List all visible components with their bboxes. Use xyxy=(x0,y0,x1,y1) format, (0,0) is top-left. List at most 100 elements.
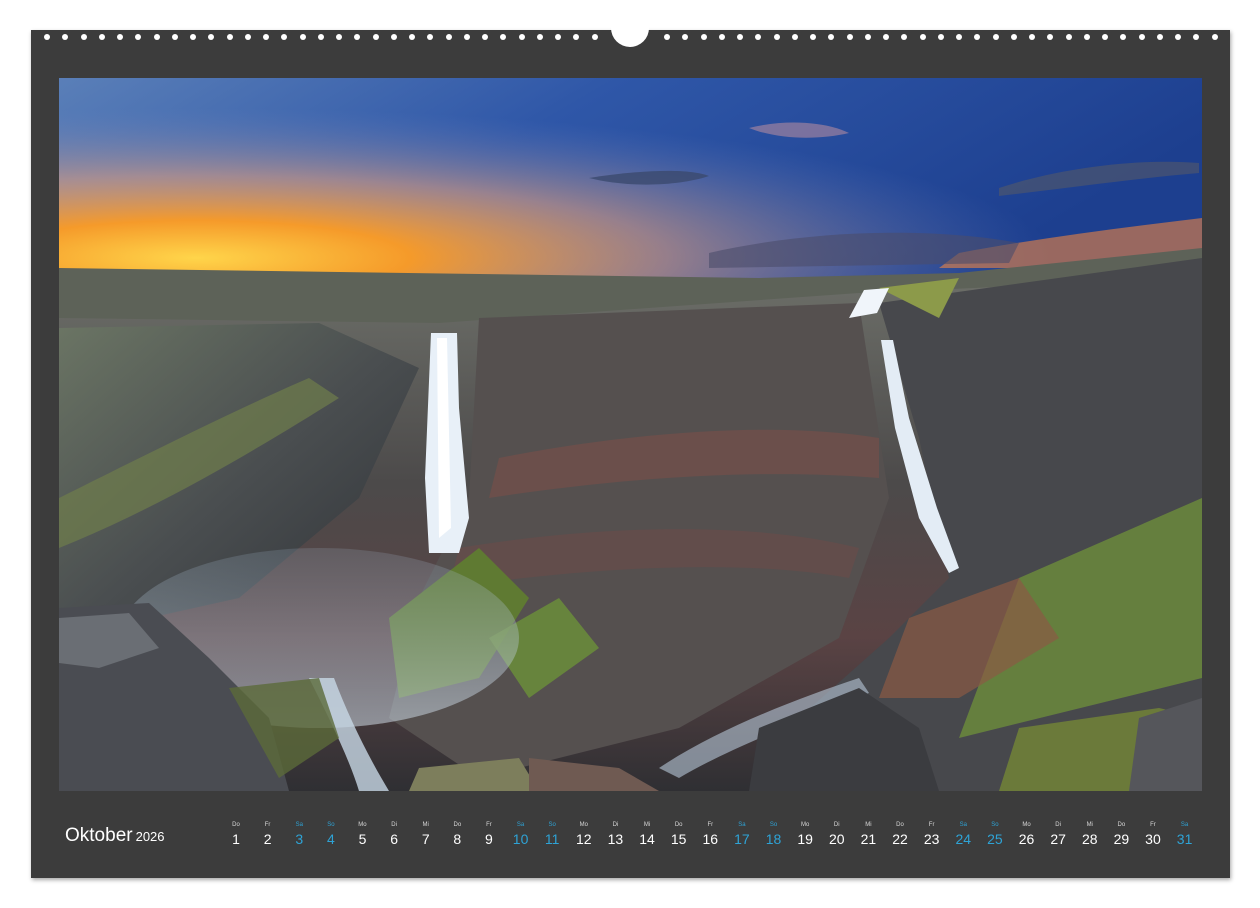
day-cell: Fr 16 xyxy=(698,822,722,847)
binding-hole xyxy=(718,34,725,40)
weekday-abbr: Mo xyxy=(358,822,367,828)
binding-hole xyxy=(226,34,233,40)
binding-hole xyxy=(171,34,178,40)
binding-hole xyxy=(153,34,160,40)
day-cell: Do 1 xyxy=(224,822,248,847)
day-number: 2 xyxy=(263,831,272,847)
binding-hole xyxy=(1102,34,1108,40)
weekday-abbr: Mi xyxy=(1086,822,1093,828)
binding-hole xyxy=(1010,34,1017,40)
binding-hole xyxy=(956,34,962,40)
day-cell: Fr 2 xyxy=(256,822,280,847)
day-cell: Mi 7 xyxy=(414,822,438,847)
day-cell: Fr 9 xyxy=(477,822,501,847)
binding-hole xyxy=(1083,34,1090,40)
day-number: 22 xyxy=(892,831,908,847)
day-number: 1 xyxy=(232,831,240,847)
day-number: 3 xyxy=(295,831,304,847)
hanger-notch xyxy=(611,25,649,47)
day-cell: Sa 31 xyxy=(1173,822,1197,847)
binding-hole xyxy=(98,34,105,40)
weekday-abbr: Mi xyxy=(422,822,429,828)
day-cell: Di 27 xyxy=(1046,822,1070,847)
day-number: 8 xyxy=(453,831,462,847)
binding-hole xyxy=(1120,34,1127,40)
day-number: 28 xyxy=(1081,831,1098,847)
binding-hole xyxy=(901,34,908,40)
calendar-footer: Oktober 2026 Do 1 Fr 2 Sa 3 So 4 Mo 5 Di 6 Mi 7 Do 8 Fr 9 S… xyxy=(59,818,1202,858)
binding-hole xyxy=(1175,34,1181,40)
day-cell: Fr 30 xyxy=(1141,822,1165,847)
binding-hole xyxy=(937,34,944,40)
binding-hole xyxy=(336,34,342,40)
weekday-abbr: Di xyxy=(612,822,619,828)
weekday-abbr: Di xyxy=(833,822,840,828)
day-number: 27 xyxy=(1050,831,1066,847)
binding-hole xyxy=(773,34,780,40)
weekday-abbr: Fr xyxy=(486,822,492,828)
landscape-photo xyxy=(59,78,1202,791)
binding-hole xyxy=(1193,34,1200,40)
binding-hole xyxy=(117,34,123,40)
binding-hole xyxy=(700,34,707,40)
weekday-abbr: Fr xyxy=(928,822,935,828)
binding-hole xyxy=(482,34,488,40)
binding-hole xyxy=(1211,34,1218,40)
binding-hole xyxy=(846,34,853,40)
binding-hole xyxy=(299,34,306,40)
day-number: 25 xyxy=(987,831,1003,847)
binding-hole xyxy=(409,34,415,40)
day-number: 30 xyxy=(1145,831,1161,847)
day-number: 7 xyxy=(421,831,430,847)
weekday-abbr: Do xyxy=(232,822,240,828)
weekday-abbr: Sa xyxy=(738,822,746,828)
day-cell: Mi 14 xyxy=(635,822,659,847)
day-cell: Sa 24 xyxy=(951,822,975,847)
weekday-abbr: Do xyxy=(453,822,462,828)
binding-hole xyxy=(682,34,689,40)
weekday-abbr: Do xyxy=(674,822,683,828)
binding-hole xyxy=(791,34,798,40)
day-number: 10 xyxy=(512,831,529,847)
day-number: 19 xyxy=(797,831,813,847)
day-row: Do 1 Fr 2 Sa 3 So 4 Mo 5 Di 6 Mi 7 Do 8 Fr 9 Sa 10 So 11 Mo 12 D… xyxy=(59,818,1202,858)
binding-hole xyxy=(518,34,525,40)
day-number: 9 xyxy=(485,831,493,847)
binding-hole xyxy=(755,34,762,40)
day-number: 15 xyxy=(670,831,687,847)
weekday-abbr: Di xyxy=(391,822,397,828)
waterfall-canyon-image xyxy=(59,78,1202,791)
binding-hole xyxy=(263,34,269,40)
day-cell: Do 29 xyxy=(1109,822,1133,847)
binding-hole xyxy=(883,34,889,40)
day-cell: So 25 xyxy=(983,822,1007,847)
day-number: 31 xyxy=(1176,831,1193,847)
binding-hole xyxy=(427,34,434,40)
day-cell: So 11 xyxy=(540,822,564,847)
day-cell: Sa 10 xyxy=(509,822,533,847)
binding-hole xyxy=(536,34,543,40)
weekday-abbr: Do xyxy=(1117,822,1126,828)
binding-hole xyxy=(135,34,142,40)
day-number: 6 xyxy=(390,831,398,847)
day-cell: Di 13 xyxy=(603,822,627,847)
weekday-abbr: So xyxy=(548,822,556,828)
binding-hole xyxy=(828,34,835,40)
weekday-abbr: Sa xyxy=(516,822,525,828)
binding-hole xyxy=(573,34,580,40)
binding-hole xyxy=(919,34,926,40)
binding-hole xyxy=(664,34,670,40)
day-cell: Di 20 xyxy=(825,822,849,847)
weekday-abbr: Fr xyxy=(264,822,271,828)
day-number: 18 xyxy=(765,831,782,847)
day-number: 4 xyxy=(326,831,335,847)
weekday-abbr: So xyxy=(769,822,778,828)
binding-hole xyxy=(500,34,507,40)
weekday-abbr: Fr xyxy=(707,822,714,828)
binding-hole xyxy=(1029,34,1035,40)
binding-hole xyxy=(244,34,251,40)
day-number: 29 xyxy=(1113,831,1130,847)
day-cell: Do 22 xyxy=(888,822,912,847)
day-cell: Di 6 xyxy=(382,822,406,847)
binding-hole xyxy=(810,34,816,40)
